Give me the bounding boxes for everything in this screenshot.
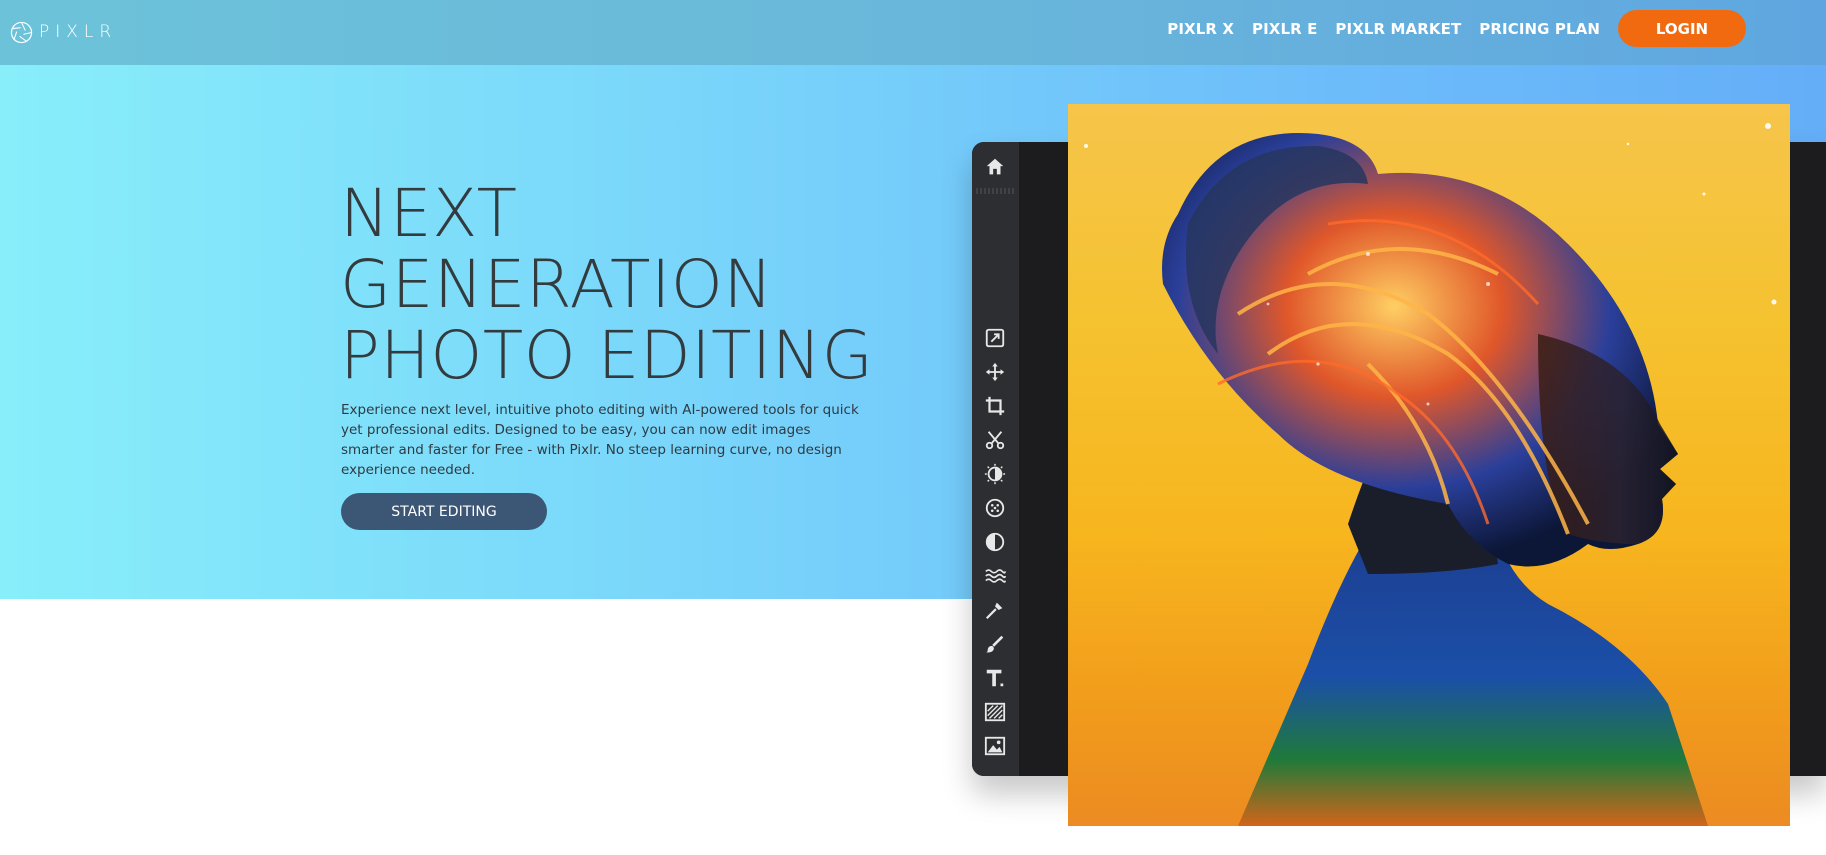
sample-artwork-image bbox=[1068, 104, 1790, 826]
pixlr-logo[interactable]: PIXLR bbox=[10, 18, 117, 46]
hero-description: Experience next level, intuitive photo e… bbox=[341, 402, 859, 478]
liquify-icon[interactable] bbox=[982, 563, 1008, 589]
aperture-icon bbox=[10, 21, 33, 43]
pattern-icon[interactable] bbox=[982, 699, 1008, 725]
start-editing-button[interactable]: START EDITING bbox=[341, 493, 547, 530]
move-icon[interactable] bbox=[982, 359, 1008, 385]
adjust-icon[interactable] bbox=[982, 461, 1008, 487]
toolbar-divider bbox=[976, 188, 1015, 194]
headline-line-2: GENERATION bbox=[340, 246, 774, 323]
editor-toolbar bbox=[972, 142, 1019, 776]
text-icon[interactable] bbox=[982, 665, 1008, 691]
headline-line-3: PHOTO EDITING bbox=[340, 317, 874, 394]
main-nav: PIXLR X PIXLR E PIXLR MARKET PRICING PLA… bbox=[1149, 10, 1746, 47]
brush-icon[interactable] bbox=[982, 631, 1008, 657]
top-navigation-bar: PIXLR PIXLR X PIXLR E PIXLR MARKET PRICI… bbox=[0, 0, 1826, 65]
hero-headline: NEXT GENERATION PHOTO EDITING bbox=[340, 178, 873, 391]
image-add-icon[interactable] bbox=[982, 733, 1008, 759]
login-button[interactable]: LOGIN bbox=[1618, 10, 1746, 47]
nav-link-pixlr-market[interactable]: PIXLR MARKET bbox=[1335, 20, 1461, 38]
home-icon[interactable] bbox=[982, 154, 1008, 180]
heal-icon[interactable] bbox=[982, 597, 1008, 623]
nav-link-pricing-plan[interactable]: PRICING PLAN bbox=[1479, 20, 1600, 38]
filter-icon[interactable] bbox=[982, 495, 1008, 521]
headline-line-1: NEXT bbox=[340, 175, 518, 252]
logo-text: PIXLR bbox=[39, 22, 118, 42]
dodge-burn-icon[interactable] bbox=[982, 529, 1008, 555]
nav-link-pixlr-e[interactable]: PIXLR E bbox=[1252, 20, 1317, 38]
crop-icon[interactable] bbox=[982, 393, 1008, 419]
cutout-icon[interactable] bbox=[982, 427, 1008, 453]
nav-link-pixlr-x[interactable]: PIXLR X bbox=[1167, 20, 1234, 38]
edit-arrange-icon[interactable] bbox=[982, 325, 1008, 351]
